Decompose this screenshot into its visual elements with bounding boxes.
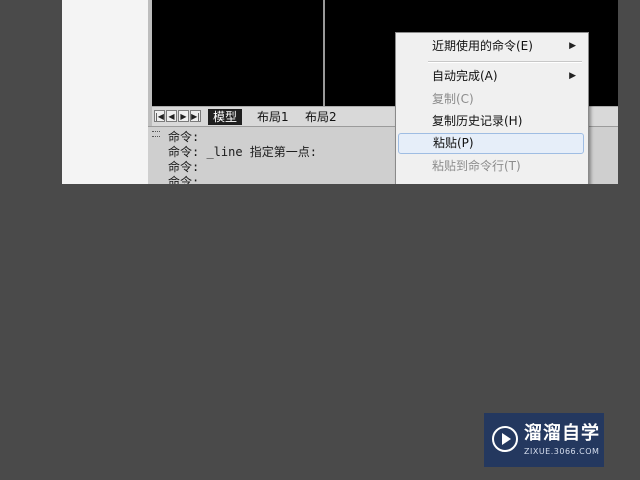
tab-layout1[interactable]: 布局1 bbox=[252, 109, 294, 125]
menu-item-label: 自动完成(A) bbox=[432, 69, 498, 83]
context-menu: 近期使用的命令(E) ▶ 自动完成(A) ▶ 复制(C) 复制历史记录(H) 粘… bbox=[395, 32, 589, 184]
command-line-3: 命令: bbox=[168, 160, 200, 174]
command-line-1: 命令: bbox=[168, 130, 200, 144]
command-line-2: 命令: _line 指定第一点: bbox=[168, 145, 318, 159]
left-panel bbox=[62, 0, 149, 184]
menu-copy[interactable]: 复制(C) bbox=[398, 89, 584, 110]
menu-item-label: 近期使用的命令(E) bbox=[432, 39, 533, 53]
tab-layout2[interactable]: 布局2 bbox=[300, 109, 342, 125]
cad-window: |◀ ◀ ▶ ▶| 模型 布局1 布局2 命令: 命令: _line 指定第一点… bbox=[62, 0, 618, 184]
play-icon bbox=[492, 426, 518, 452]
menu-recent-commands[interactable]: 近期使用的命令(E) ▶ bbox=[398, 36, 584, 57]
grip-handle[interactable] bbox=[152, 131, 160, 137]
menu-paste-to-command-line[interactable]: 粘贴到命令行(T) bbox=[398, 156, 584, 177]
prev-tab-icon[interactable]: ◀ bbox=[166, 110, 177, 122]
submenu-arrow-icon: ▶ bbox=[569, 41, 576, 51]
menu-autocomplete[interactable]: 自动完成(A) ▶ bbox=[398, 66, 584, 87]
submenu-arrow-icon: ▶ bbox=[569, 71, 576, 81]
first-tab-icon[interactable]: |◀ bbox=[154, 110, 165, 122]
watermark-url: ZIXUE.3066.COM bbox=[524, 447, 600, 456]
command-line-4: 命令: bbox=[168, 175, 200, 184]
menu-paste[interactable]: 粘贴(P) bbox=[398, 133, 584, 154]
watermark-title: 溜溜自学 bbox=[524, 423, 600, 444]
menu-copy-history[interactable]: 复制历史记录(H) bbox=[398, 111, 584, 132]
viewport-divider bbox=[323, 0, 325, 106]
watermark: 溜溜自学 ZIXUE.3066.COM bbox=[484, 413, 604, 467]
menu-separator bbox=[428, 61, 582, 63]
next-tab-icon[interactable]: ▶ bbox=[178, 110, 189, 122]
tab-model[interactable]: 模型 bbox=[208, 109, 243, 125]
last-tab-icon[interactable]: ▶| bbox=[190, 110, 201, 122]
